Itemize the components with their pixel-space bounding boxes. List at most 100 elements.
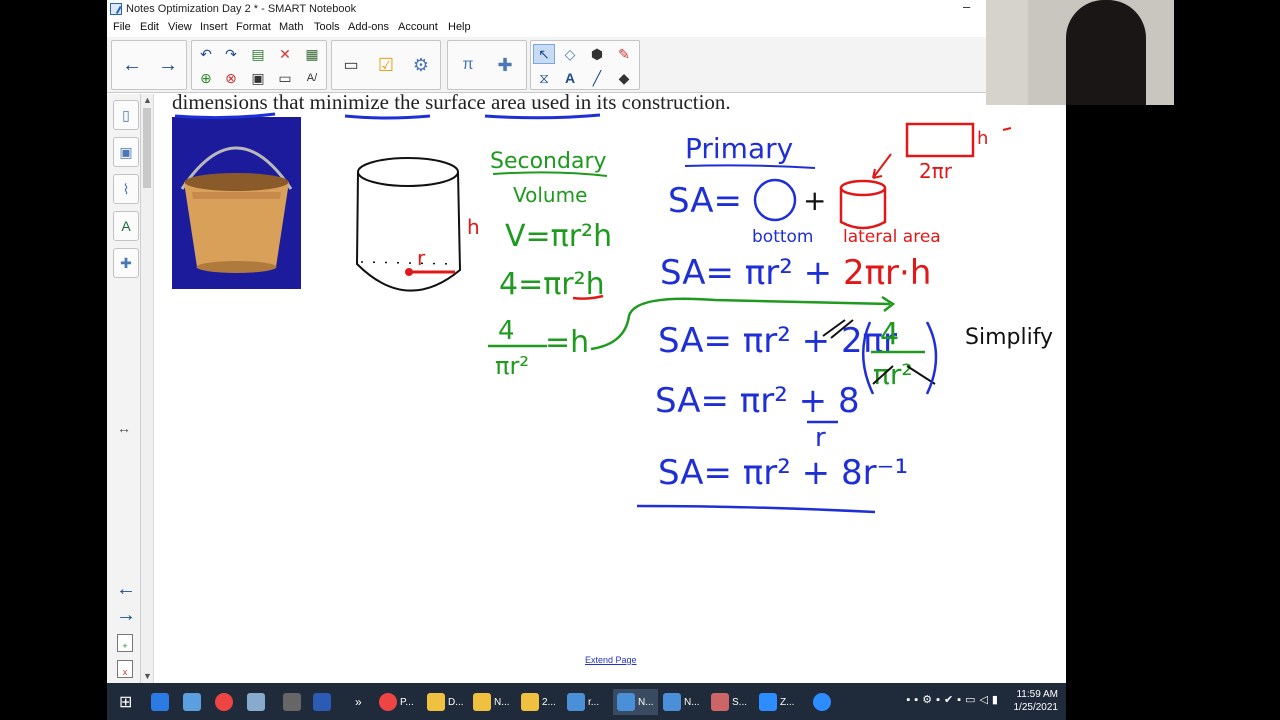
sa-equation-3: SA= πr² + 8 — [655, 381, 860, 421]
gallery-icon[interactable]: ▣ — [113, 137, 139, 167]
handwriting-icon[interactable]: A/ — [301, 68, 323, 88]
eraser-icon[interactable]: ◆ — [613, 68, 635, 88]
taskbar-notebook-active[interactable]: N... — [613, 689, 658, 715]
page-sorter-icon[interactable]: ▯ — [113, 100, 139, 130]
sa-equation-1: SA= πr² + 2πr·h — [660, 253, 931, 293]
next-page-icon[interactable]: → — [115, 604, 137, 626]
forward-arrow-icon[interactable]: → — [151, 42, 185, 88]
text-icon[interactable]: A — [559, 68, 581, 88]
primary-label: Primary — [685, 132, 793, 165]
taskbar-folder-2[interactable]: 2... — [521, 689, 556, 715]
taskbar-zoom[interactable]: Z... — [759, 689, 794, 715]
screen: Notes Optimization Day 2 * - SMART Noteb… — [0, 0, 1280, 720]
overflow-chevron-icon[interactable]: » — [355, 689, 362, 715]
substitute-numerator: 4 — [880, 317, 899, 352]
webcam-overlay — [986, 0, 1174, 105]
menu-insert[interactable]: Insert — [200, 21, 228, 33]
side-tab-bar: ▯ ▣ ⌇ A ✚ ↔ ← → + x — [107, 94, 141, 683]
smart-notebook-icon — [110, 3, 122, 15]
menu-view[interactable]: View — [168, 21, 192, 33]
resize-handle-icon[interactable]: ↔ — [117, 420, 131, 436]
previous-page-icon[interactable]: ← — [115, 578, 137, 600]
word-icon[interactable] — [313, 689, 331, 715]
webcam-person — [1066, 0, 1146, 105]
response-icon[interactable]: ☑ — [369, 42, 403, 88]
scroll-down-icon[interactable]: ▼ — [143, 671, 152, 681]
math-group: π ✚ — [447, 40, 527, 90]
h-fraction-denominator: πr² — [495, 352, 529, 380]
undo-icon[interactable]: ↶ — [195, 44, 217, 64]
taskbar-folder-n[interactable]: N... — [473, 689, 510, 715]
zoom-meeting-icon[interactable] — [813, 689, 831, 715]
add-page-icon[interactable]: + — [117, 634, 133, 652]
taskbar-notebook-n[interactable]: N... — [663, 689, 700, 715]
delete-icon[interactable]: ✕ — [274, 44, 296, 64]
vertical-scrollbar[interactable]: ▲ ▼ — [141, 94, 154, 683]
puzzle-icon[interactable]: ✚ — [488, 42, 522, 88]
pen-icon[interactable]: ✎ — [613, 44, 635, 64]
toolbar: ← → ↶ ↷ ▤ ✕ ▦ ⊕ ⊗ ▣ ▭ A/ ▭ ☑ ⚙ π ✚ ↖ ◇ ⬢… — [107, 37, 1066, 93]
add-page-icon[interactable]: ⊕ — [195, 68, 217, 88]
select-icon[interactable]: ↖ — [533, 44, 555, 64]
rect-height-label: h — [977, 128, 988, 149]
redo-icon[interactable]: ↷ — [220, 44, 242, 64]
taskbar-snipping[interactable]: S... — [711, 689, 747, 715]
attachments-icon[interactable]: ⌇ — [113, 174, 139, 204]
extend-page-link[interactable]: Extend Page — [585, 655, 637, 665]
math-icon[interactable]: π — [451, 42, 485, 88]
windows-taskbar: ⊞ » P... D... N... 2... r... N... N... S… — [107, 683, 1066, 720]
taskbar-chrome-window[interactable]: P... — [379, 689, 414, 715]
system-tray[interactable]: ▪▪⚙▪✔▪▭◁▮ — [906, 693, 1002, 706]
scroll-thumb[interactable] — [143, 108, 151, 188]
fill-icon[interactable]: ⬢ — [586, 44, 608, 64]
sa-equation-2: SA= πr² + 2πr — [658, 321, 897, 361]
rect-width-label: 2πr — [919, 159, 953, 183]
measure-icon[interactable]: ⧖ — [533, 68, 555, 88]
draw-tools-group: ↖ ◇ ⬢ ✎ ⧖ A ╱ ◆ — [530, 40, 640, 90]
delete-page-icon[interactable]: ⊗ — [220, 68, 242, 88]
menu-edit[interactable]: Edit — [140, 21, 159, 33]
scroll-up-icon[interactable]: ▲ — [143, 95, 152, 105]
table-icon[interactable]: ▦ — [301, 44, 323, 64]
activity-group: ▭ ☑ ⚙ — [331, 40, 441, 90]
desktop-app-icon[interactable] — [183, 689, 201, 715]
menu-addons[interactable]: Add-ons — [348, 21, 389, 33]
taskbar-notebook-r[interactable]: r... — [567, 689, 599, 715]
display-icon[interactable]: ▭ — [334, 42, 368, 88]
line-icon[interactable]: ╱ — [586, 68, 608, 88]
clock-date: 1/25/2021 — [1013, 702, 1059, 713]
addons-icon[interactable]: ✚ — [113, 248, 139, 278]
notebook-page[interactable]: dimensions that minimize the surface are… — [155, 94, 1066, 683]
paste-icon[interactable]: ▤ — [247, 44, 269, 64]
screen-shade-icon[interactable]: ▭ — [274, 68, 296, 88]
clock[interactable]: 11:59 AM 1/25/2021 — [1014, 688, 1059, 714]
height-label: h — [467, 215, 480, 239]
volume-label: Volume — [513, 183, 587, 207]
equals-h: =h — [545, 325, 589, 360]
menu-format[interactable]: Format — [236, 21, 271, 33]
notepad-icon[interactable] — [247, 689, 265, 715]
menu-tools[interactable]: Tools — [314, 21, 340, 33]
start-button[interactable]: ⊞ — [119, 689, 132, 715]
save-icon[interactable]: ▣ — [247, 68, 269, 88]
taskbar-folder-d[interactable]: D... — [427, 689, 464, 715]
properties-icon[interactable]: A — [113, 211, 139, 241]
menu-account[interactable]: Account — [398, 21, 438, 33]
shapes-icon[interactable]: ◇ — [559, 44, 581, 64]
webcam-background — [986, 0, 1028, 105]
back-arrow-icon[interactable]: ← — [115, 42, 149, 88]
task-view-icon[interactable] — [151, 689, 169, 715]
addon-icon[interactable]: ⚙ — [404, 42, 438, 88]
menu-file[interactable]: File — [113, 21, 131, 33]
calculator-icon[interactable] — [283, 689, 301, 715]
title-bar: Notes Optimization Day 2 * - SMART Noteb… — [107, 0, 1066, 18]
delete-page-icon[interactable]: x — [117, 660, 133, 678]
menu-help[interactable]: Help — [448, 21, 471, 33]
menu-bar: File Edit View Insert Format Math Tools … — [107, 19, 1066, 36]
minimize-button[interactable]: – — [963, 0, 970, 14]
menu-math[interactable]: Math — [279, 21, 303, 33]
chrome-icon[interactable] — [215, 689, 233, 715]
clock-time: 11:59 AM — [1016, 689, 1058, 700]
sa-label: SA= — [668, 181, 742, 221]
volume-four-equation: 4=πr²h — [499, 267, 605, 302]
